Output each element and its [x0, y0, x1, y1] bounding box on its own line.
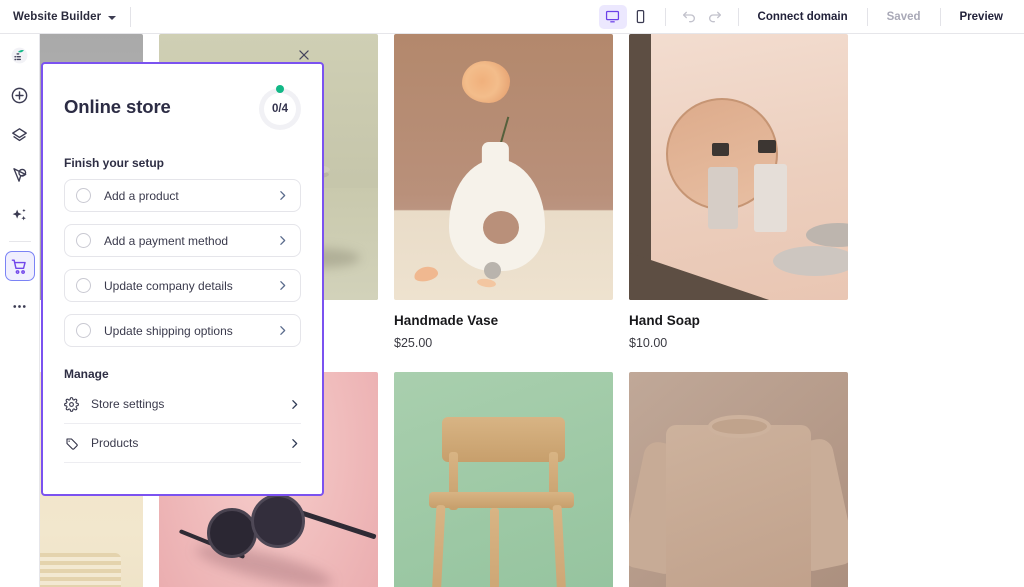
brand-name: Website Builder: [13, 11, 101, 23]
product-card[interactable]: [629, 372, 864, 587]
left-sidebar-rail: [0, 34, 40, 587]
hand-soap-photo: [629, 34, 848, 300]
task-label: Add a payment method: [104, 234, 263, 248]
setup-progress-ring: 0/4: [259, 88, 301, 130]
toolbar-divider-3: [867, 8, 868, 26]
sparkles-icon: [10, 206, 29, 225]
ellipsis-icon: [10, 297, 29, 316]
chevron-right-icon: [276, 279, 289, 292]
connect-domain-button[interactable]: Connect domain: [749, 11, 857, 23]
product-title: Hand Soap: [629, 313, 848, 328]
chevron-right-icon: [288, 398, 301, 411]
chevron-down-icon: [108, 16, 116, 20]
chevron-right-icon: [276, 234, 289, 247]
panel-header: Online store 0/4: [64, 86, 301, 130]
task-label: Update shipping options: [104, 324, 263, 338]
product-title: Handmade Vase: [394, 313, 613, 328]
product-card[interactable]: [394, 372, 629, 587]
page-title: Online store: [64, 96, 171, 118]
task-checkbox[interactable]: [76, 278, 91, 293]
chevron-right-icon: [276, 189, 289, 202]
redo-arrow-icon: [707, 9, 723, 25]
manage-section-heading: Manage: [64, 367, 301, 381]
undo-button[interactable]: [676, 5, 702, 29]
mobile-view-button[interactable]: [627, 5, 655, 29]
task-checkbox[interactable]: [76, 188, 91, 203]
bar-stool-photo: [394, 372, 613, 587]
task-add-a-product[interactable]: Add a product: [64, 179, 301, 212]
handmade-vase-photo: [394, 34, 613, 300]
sidebar-item-online-store[interactable]: [5, 251, 35, 281]
top-toolbar: Website Builder: [0, 0, 1024, 34]
online-store-panel: Online store 0/4 Finish your setup Add a…: [41, 62, 324, 496]
desktop-monitor-icon: [605, 9, 620, 24]
sidebar-item-add-element[interactable]: [5, 80, 35, 110]
toolbar-divider-1: [665, 8, 666, 26]
product-image: [394, 372, 613, 587]
app-root: Website Builder: [0, 0, 1024, 587]
manage-item-products[interactable]: Products: [64, 424, 301, 463]
product-price: $25.00: [394, 336, 613, 350]
task-label: Add a product: [104, 189, 263, 203]
chevron-right-icon: [288, 437, 301, 450]
progress-dot-icon: [276, 85, 284, 93]
manage-item-label: Store settings: [91, 397, 276, 411]
close-x-icon: [297, 48, 311, 62]
cursor-interaction-icon: [10, 166, 29, 185]
task-label: Update company details: [104, 279, 263, 293]
setup-section-heading: Finish your setup: [64, 156, 301, 170]
product-card[interactable]: Hand Soap $10.00: [629, 34, 864, 350]
desktop-view-button[interactable]: [599, 5, 627, 29]
brand-menu[interactable]: Website Builder: [0, 0, 116, 33]
close-panel-button[interactable]: [293, 44, 315, 66]
top-toolbar-actions: Connect domain Saved Preview: [599, 0, 1024, 33]
sidebar-item-site-menu[interactable]: [5, 40, 35, 70]
sidebar-item-ai-assistant[interactable]: [5, 200, 35, 230]
site-pages-icon: [10, 46, 29, 65]
task-update-shipping-options[interactable]: Update shipping options: [64, 314, 301, 347]
toolbar-divider-4: [940, 8, 941, 26]
product-image: [629, 34, 848, 300]
product-image: [394, 34, 613, 300]
task-add-a-payment-method[interactable]: Add a payment method: [64, 224, 301, 257]
product-image: [629, 372, 848, 587]
product-card[interactable]: Handmade Vase $25.00: [394, 34, 629, 350]
plus-circle-icon: [10, 86, 29, 105]
redo-button[interactable]: [702, 5, 728, 29]
knit-sweater-photo: [629, 372, 848, 587]
preview-button[interactable]: Preview: [951, 11, 1012, 23]
sidebar-divider: [9, 241, 31, 242]
progress-count: 0/4: [272, 103, 288, 115]
mobile-phone-icon: [633, 9, 648, 24]
undo-arrow-icon: [681, 9, 697, 25]
tag-icon: [64, 436, 79, 451]
task-checkbox[interactable]: [76, 323, 91, 338]
sidebar-item-interactions[interactable]: [5, 160, 35, 190]
layers-diamond-icon: [10, 126, 29, 145]
manage-item-store-settings[interactable]: Store settings: [64, 385, 301, 424]
toolbar-divider-2: [738, 8, 739, 26]
brand-divider: [130, 7, 131, 27]
task-update-company-details[interactable]: Update company details: [64, 269, 301, 302]
gear-icon: [64, 397, 79, 412]
product-price: $10.00: [629, 336, 848, 350]
save-status-label: Saved: [878, 11, 930, 23]
shopping-cart-icon: [10, 257, 29, 276]
chevron-right-icon: [276, 324, 289, 337]
sidebar-item-more-options[interactable]: [5, 291, 35, 321]
sidebar-item-layers[interactable]: [5, 120, 35, 150]
manage-item-label: Products: [91, 436, 276, 450]
task-checkbox[interactable]: [76, 233, 91, 248]
